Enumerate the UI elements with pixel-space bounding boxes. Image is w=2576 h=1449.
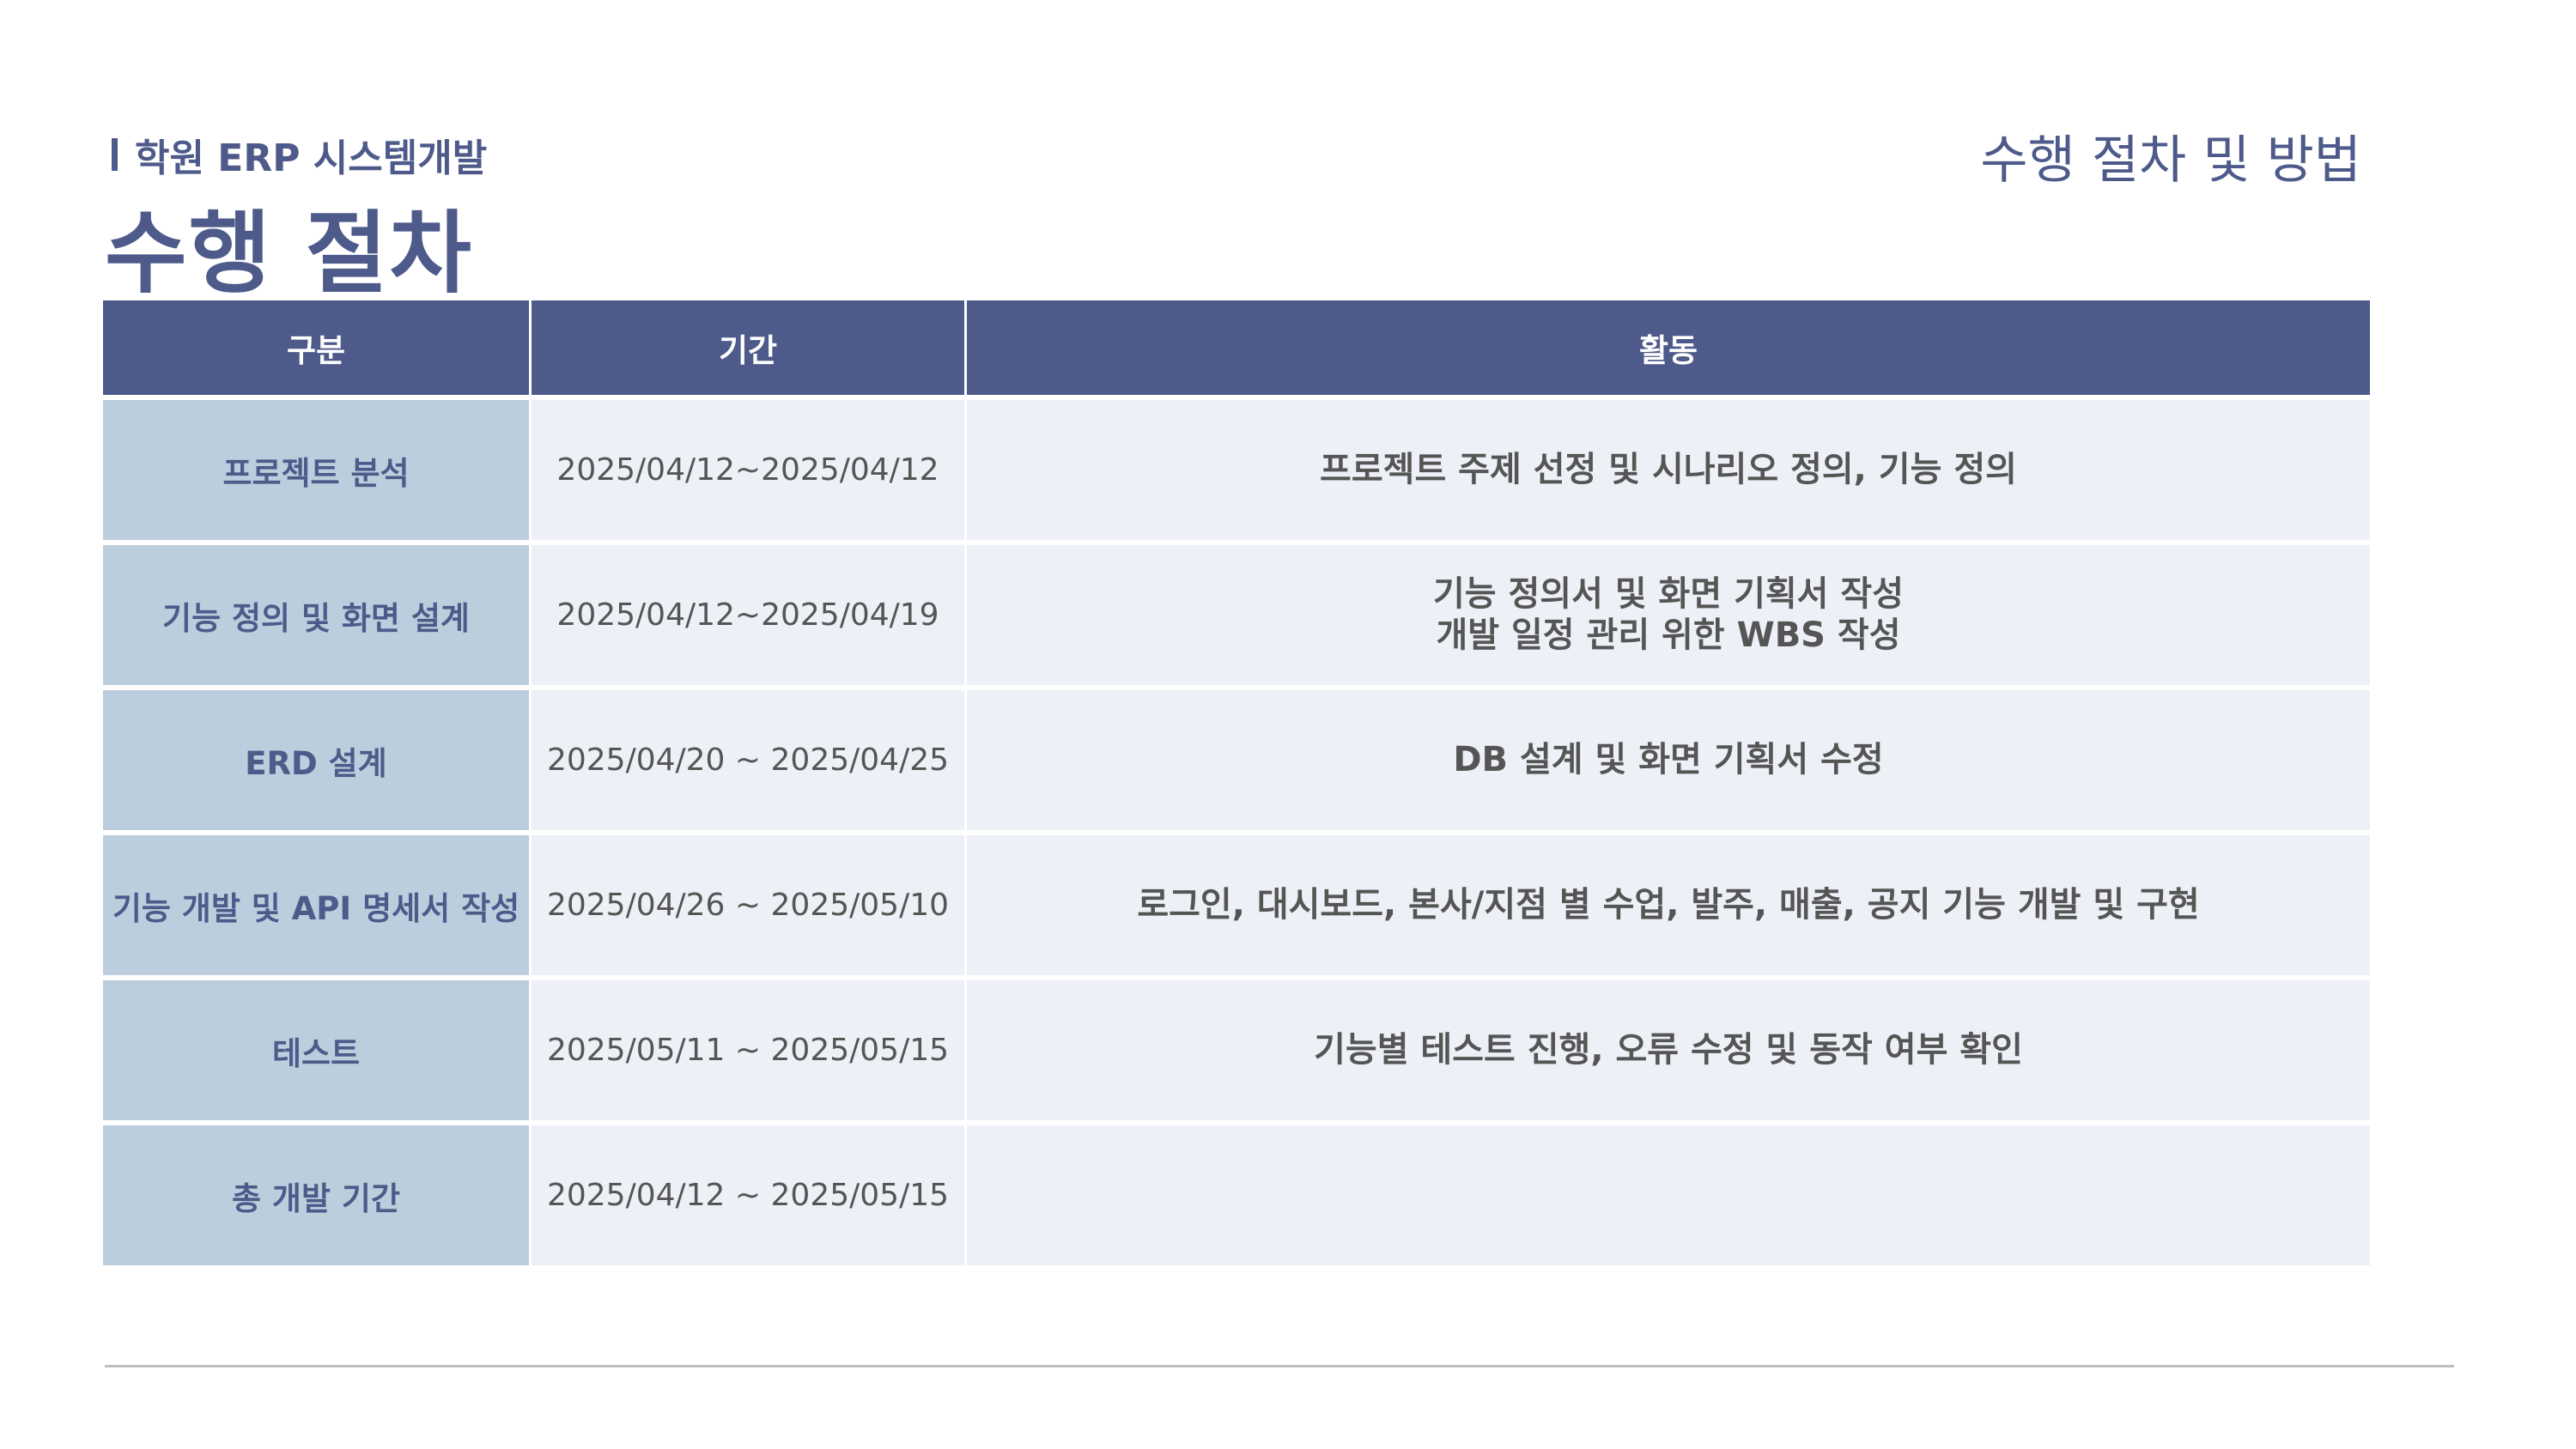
schedule-table: 구분 기간 활동 프로젝트 분석 2025/04/12~2025/04/12 프로젝…	[103, 300, 2370, 1265]
row-category: 기능 개발 및 API 명세서 작성	[103, 835, 529, 975]
row-period: 2025/04/12~2025/04/12	[532, 400, 964, 540]
row-activity: DB 설계 및 화면 기획서 수정	[967, 690, 2370, 830]
row-period: 2025/04/20 ~ 2025/04/25	[532, 690, 964, 830]
activity-line: DB 설계 및 화면 기획서 수정	[1453, 739, 1884, 779]
section-label: 수행 절차 및 방법	[1980, 130, 2361, 191]
column-header-period: 기간	[532, 300, 964, 395]
row-category: 프로젝트 분석	[103, 400, 529, 540]
activity-line: 기능별 테스트 진행, 오류 수정 및 동작 여부 확인	[1314, 1029, 2023, 1070]
activity-line: 로그인, 대시보드, 본사/지점 별 수업, 발주, 매출, 공지 기능 개발 …	[1137, 884, 2200, 925]
row-period: 2025/04/26 ~ 2025/05/10	[532, 835, 964, 975]
footer-divider	[105, 1365, 2454, 1367]
row-category: 총 개발 기간	[103, 1125, 529, 1265]
row-activity	[967, 1125, 2370, 1265]
row-category: 기능 정의 및 화면 설계	[103, 545, 529, 685]
subtitle-bar	[112, 138, 118, 171]
column-header-category: 구분	[103, 300, 529, 395]
row-activity: 기능 정의서 및 화면 기획서 작성 개발 일정 관리 위한 WBS 작성	[967, 545, 2370, 685]
row-category: 테스트	[103, 980, 529, 1120]
row-period: 2025/05/11 ~ 2025/05/15	[532, 980, 964, 1120]
column-header-activity: 활동	[967, 300, 2370, 395]
activity-line: 개발 일정 관리 위한 WBS 작성	[1436, 615, 1901, 655]
subtitle: 학원 ERP 시스템개발	[112, 127, 487, 182]
activity-line: 기능 정의서 및 화면 기획서 작성	[1432, 574, 1905, 615]
row-period: 2025/04/12 ~ 2025/05/15	[532, 1125, 964, 1265]
row-period: 2025/04/12~2025/04/19	[532, 545, 964, 685]
page-title: 수행 절차	[105, 201, 473, 306]
row-activity: 프로젝트 주제 선정 및 시나리오 정의, 기능 정의	[967, 400, 2370, 540]
subtitle-text: 학원 ERP 시스템개발	[135, 136, 488, 180]
activity-line: 프로젝트 주제 선정 및 시나리오 정의, 기능 정의	[1320, 449, 2017, 489]
row-activity: 로그인, 대시보드, 본사/지점 별 수업, 발주, 매출, 공지 기능 개발 …	[967, 835, 2370, 975]
row-activity: 기능별 테스트 진행, 오류 수정 및 동작 여부 확인	[967, 980, 2370, 1120]
row-category: ERD 설계	[103, 690, 529, 830]
